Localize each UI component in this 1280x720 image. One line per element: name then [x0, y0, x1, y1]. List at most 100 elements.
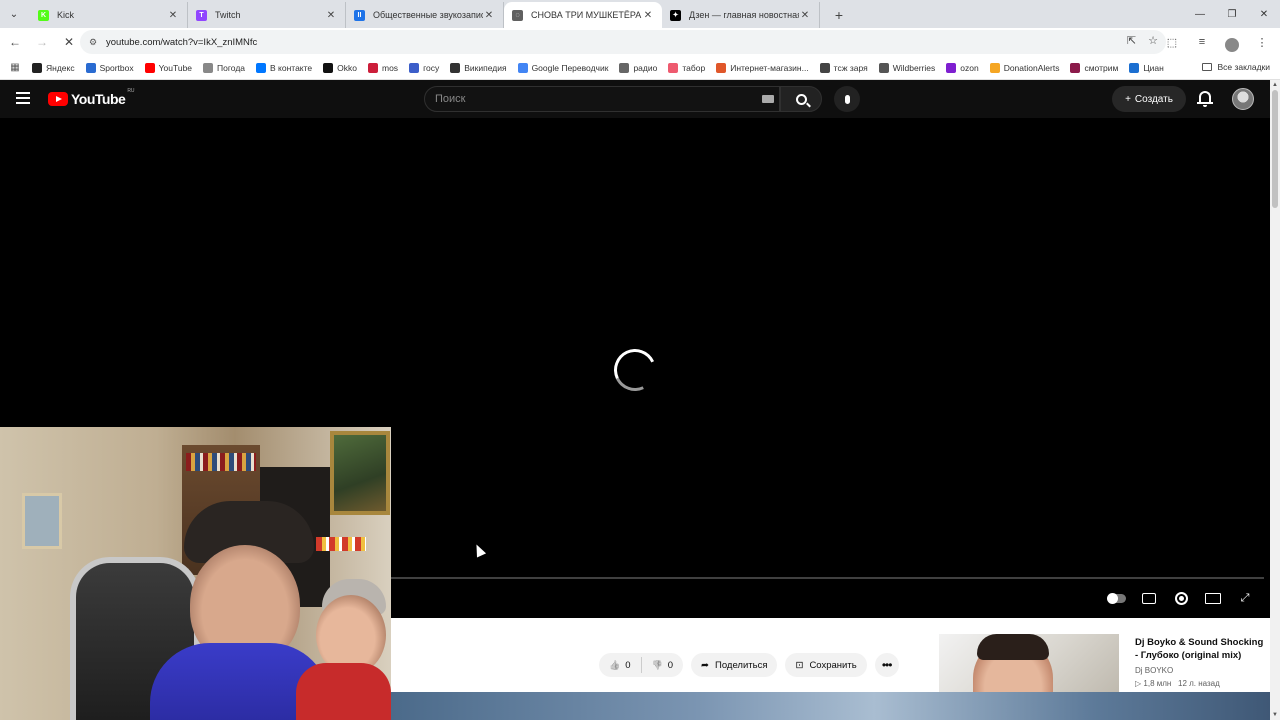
restore-button[interactable]: ❐ [1216, 0, 1248, 28]
tab-title: СНОВА ТРИ МУШКЕТЁРА НА Н [531, 10, 642, 20]
back-button[interactable]: ← [3, 30, 27, 54]
fullscreen-button[interactable]: ⤢ [1236, 590, 1254, 606]
create-label: Создать [1134, 93, 1173, 105]
new-tab-button[interactable]: + [828, 4, 850, 26]
plus-icon: + [1125, 93, 1131, 105]
bookmark-item[interactable]: Wildberries [878, 62, 936, 73]
share-button[interactable]: ➦ Поделиться [691, 653, 778, 677]
site-info-icon[interactable]: ⚙ [86, 37, 100, 48]
recommendation-title[interactable]: Dj Boyko & Sound Shocking - Глубоко (ori… [1135, 636, 1265, 662]
account-avatar[interactable] [1232, 88, 1254, 110]
bookmark-item[interactable]: Циан [1129, 62, 1164, 73]
keyboard-icon[interactable] [762, 95, 774, 103]
browser-menu-icon[interactable]: ⋮ [1250, 30, 1274, 54]
bookmark-item[interactable]: Google Переводчик [517, 62, 609, 73]
browser-tab[interactable]: ◌ СНОВА ТРИ МУШКЕТЁРА НА Н✕ [504, 2, 662, 28]
wall-picture [22, 493, 62, 549]
tab-close-icon[interactable]: ✕ [325, 10, 337, 21]
bookmark-favicon-icon [878, 62, 889, 73]
bookmark-item[interactable]: DonationAlerts [989, 62, 1059, 73]
forward-button[interactable]: → [30, 30, 54, 54]
bookmark-item[interactable]: Погода [203, 62, 245, 73]
like-count: 0 [625, 659, 631, 671]
tab-close-icon[interactable]: ✕ [167, 10, 179, 21]
bookmark-item[interactable]: госу [409, 62, 439, 73]
more-actions-button[interactable]: ••• [874, 653, 899, 677]
save-button[interactable]: ⊡ Сохранить [785, 653, 867, 677]
like-button[interactable]: 0 [599, 653, 641, 677]
player-right-controls: ⤢ [1107, 590, 1254, 606]
bookmark-item[interactable]: YouTube [144, 62, 192, 73]
browser-tab[interactable]: II Общественные звукозаписи ✕ [346, 2, 504, 28]
bookmark-favicon-icon [946, 62, 957, 73]
bookmark-item[interactable]: Интернет-магазин... [716, 62, 809, 73]
scroll-up-arrow-icon[interactable]: ▲ [1270, 82, 1280, 88]
minimize-button[interactable]: — [1184, 0, 1216, 28]
bookmark-label: Wildberries [892, 62, 936, 73]
search-bar: Поиск [424, 86, 822, 112]
media-controls-icon[interactable]: ≡ [1190, 30, 1214, 54]
tab-close-icon[interactable]: ✕ [642, 10, 654, 21]
bookmark-item[interactable]: ozon [946, 62, 979, 73]
bookmark-item[interactable]: Википедия [450, 62, 507, 73]
bookmark-label: тсж заря [833, 62, 868, 73]
bookmark-item[interactable]: смотрим [1070, 62, 1118, 73]
recommendation-channel[interactable]: Dj BOYKO [1135, 666, 1265, 675]
tab-search-button[interactable]: ⌄ [2, 2, 26, 26]
page-scrollbar[interactable]: ▲ ▼ [1270, 80, 1280, 720]
bookmark-item[interactable]: Sportbox [85, 62, 134, 73]
bookmark-item[interactable]: табор [668, 62, 705, 73]
browser-tab[interactable]: T Twitch ✕ [188, 2, 346, 28]
bookmark-item[interactable]: Яндекс [32, 62, 75, 73]
subtitles-button[interactable] [1140, 590, 1158, 606]
extensions-icon[interactable]: ⬚ [1160, 30, 1184, 54]
bookmark-label: Google Переводчик [531, 62, 609, 73]
dislike-button[interactable]: 0 [642, 653, 684, 677]
theater-mode-button[interactable] [1204, 590, 1222, 606]
all-bookmarks-button[interactable]: Все закладки [1202, 62, 1270, 72]
tab-close-icon[interactable]: ✕ [799, 10, 811, 21]
scroll-down-arrow-icon[interactable]: ▼ [1270, 712, 1280, 718]
create-button[interactable]: + Создать [1112, 86, 1186, 112]
autoplay-toggle[interactable] [1107, 590, 1126, 606]
address-bar[interactable]: ⚙ youtube.com/watch?v=IkX_znIMNfc ⇱ ☆ [80, 30, 1166, 54]
notifications-bell-icon[interactable] [1196, 90, 1214, 108]
progress-bar[interactable] [391, 577, 1264, 579]
bookmark-star-icon[interactable]: ☆ [1148, 34, 1158, 47]
profile-avatar[interactable] [1220, 30, 1244, 54]
tab-title: Twitch [215, 10, 241, 20]
url-text[interactable]: youtube.com/watch?v=IkX_znIMNfc [106, 37, 257, 48]
share-icon: ➦ [701, 659, 709, 671]
bookmark-label: Okko [337, 62, 357, 73]
browser-tab[interactable]: ✦ Дзен — главная новостная ин✕ [662, 2, 820, 28]
bookmark-item[interactable]: радио [619, 62, 657, 73]
search-input[interactable]: Поиск [424, 86, 780, 112]
tab-title: Общественные звукозаписи [373, 10, 483, 20]
stop-loading-button[interactable]: ✕ [57, 30, 81, 54]
scrollbar-thumb[interactable] [1272, 90, 1278, 208]
bookmark-label: mos [382, 62, 399, 73]
settings-button[interactable] [1172, 590, 1190, 606]
guide-menu-icon[interactable] [16, 92, 30, 104]
browser-tab[interactable]: K Kick ✕ [30, 2, 188, 28]
bookmark-item[interactable]: тсж заря [819, 62, 868, 73]
search-icon [795, 93, 807, 105]
upload-age: 12 л. назад [1178, 679, 1220, 688]
install-app-icon[interactable]: ⇱ [1127, 34, 1136, 47]
bookmark-item[interactable]: В контакте [256, 62, 312, 73]
folder-icon [1202, 63, 1213, 71]
bookmark-favicon-icon [989, 62, 1000, 73]
bookmark-favicon-icon [819, 62, 830, 73]
tab-close-icon[interactable]: ✕ [483, 10, 495, 21]
close-window-button[interactable]: ✕ [1248, 0, 1280, 28]
youtube-logo[interactable]: YouTube RU [48, 88, 135, 107]
bookmark-item[interactable]: Okko [323, 62, 357, 73]
bookmark-label: Википедия [464, 62, 507, 73]
thumb-down-icon [652, 660, 663, 671]
search-button[interactable] [780, 86, 822, 112]
bookmark-item[interactable]: mos [368, 62, 399, 73]
apps-grid-icon[interactable]: ▦ [6, 62, 24, 73]
bookmark-favicon-icon [619, 62, 630, 73]
recommendation-info[interactable]: Dj Boyko & Sound Shocking - Глубоко (ori… [1135, 636, 1265, 688]
voice-search-button[interactable] [834, 86, 860, 112]
